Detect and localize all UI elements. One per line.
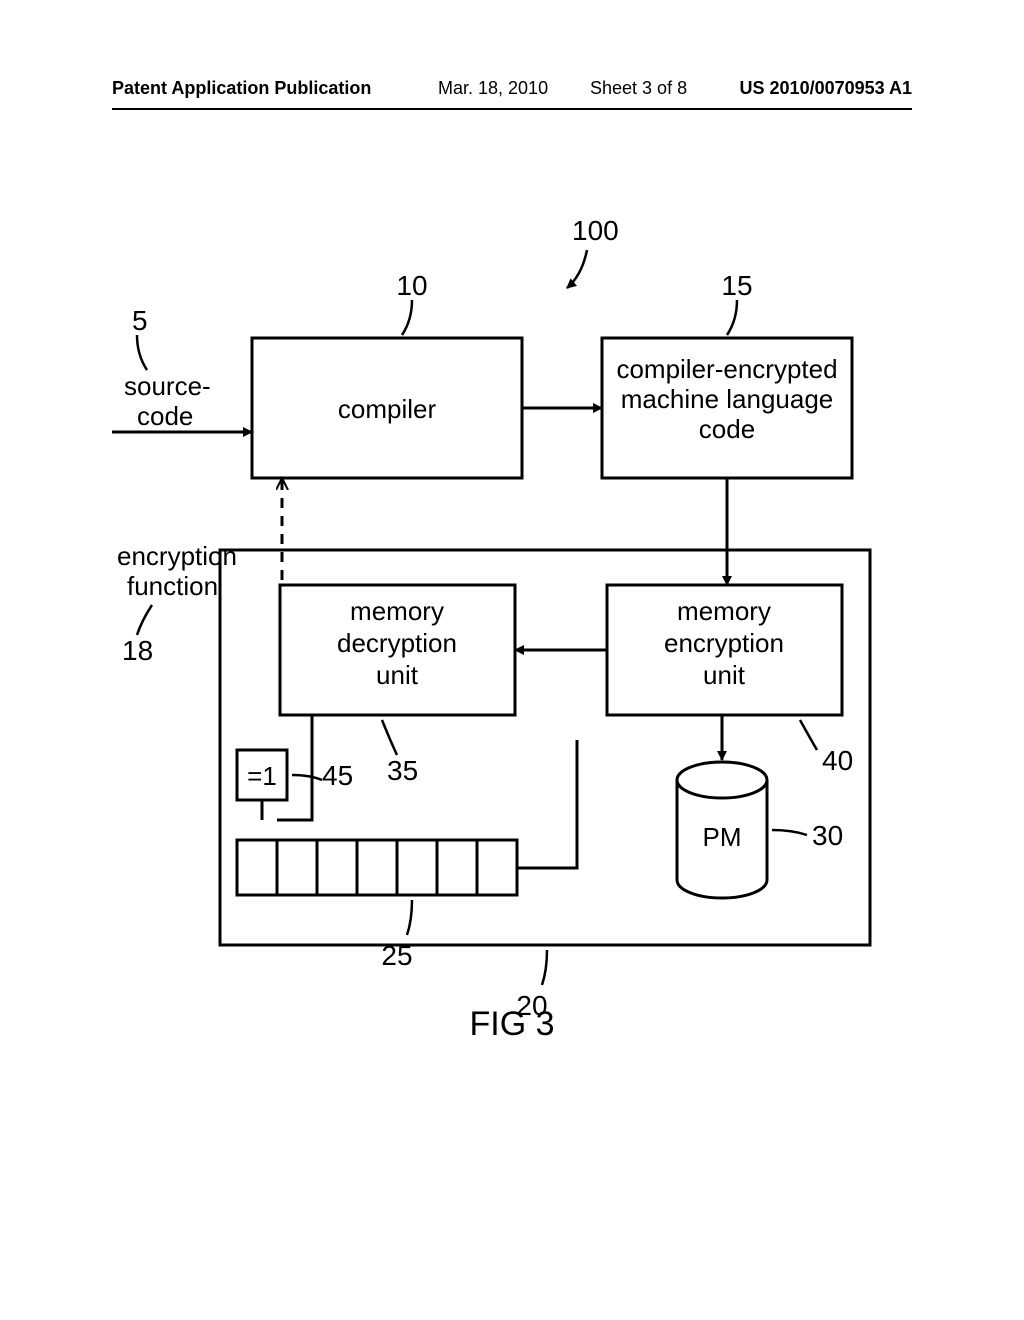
memenc-label-3: unit xyxy=(703,660,746,690)
diagram-figure-3: 100 10 15 5 source- code compiler compil… xyxy=(112,180,912,1130)
ref-35: 35 xyxy=(387,755,418,786)
ref-15: 15 xyxy=(721,270,752,301)
memenc-label-2: encryption xyxy=(664,628,784,658)
compiler-label: compiler xyxy=(338,394,437,424)
ref-18: 18 xyxy=(122,635,153,666)
publication-id: US 2010/0070953 A1 xyxy=(740,78,912,99)
memdec-label-3: unit xyxy=(376,660,419,690)
sourcecode-label-2: code xyxy=(137,401,193,431)
sheet-number: Sheet 3 of 8 xyxy=(590,78,687,99)
ref-5: 5 xyxy=(132,305,148,336)
ref-40: 40 xyxy=(822,745,853,776)
encrypted-label-2: machine language xyxy=(621,384,834,414)
publication-type: Patent Application Publication xyxy=(112,78,371,99)
cell-row-25 xyxy=(237,840,517,895)
sourcecode-label-1: source- xyxy=(124,371,211,401)
encfunc-label-1: encryption xyxy=(117,541,237,571)
figure-caption: FIG 3 xyxy=(112,1005,912,1044)
ref-10: 10 xyxy=(396,270,427,301)
memdec-label-1: memory xyxy=(350,596,444,626)
ref-30: 30 xyxy=(812,820,843,851)
encfunc-label-2: function xyxy=(127,571,218,601)
ref-100: 100 xyxy=(572,215,619,246)
equal-one-label: =1 xyxy=(247,761,277,791)
publication-date: Mar. 18, 2010 xyxy=(438,78,548,99)
pm-label: PM xyxy=(703,822,742,852)
ref-45: 45 xyxy=(322,760,353,791)
pm-cylinder: PM xyxy=(677,762,767,898)
encrypted-label-1: compiler-encrypted xyxy=(616,354,837,384)
encrypted-label-3: code xyxy=(699,414,755,444)
memdec-label-2: decryption xyxy=(337,628,457,658)
ref-25: 25 xyxy=(381,940,412,971)
header-rule xyxy=(112,108,912,110)
memenc-label-1: memory xyxy=(677,596,771,626)
